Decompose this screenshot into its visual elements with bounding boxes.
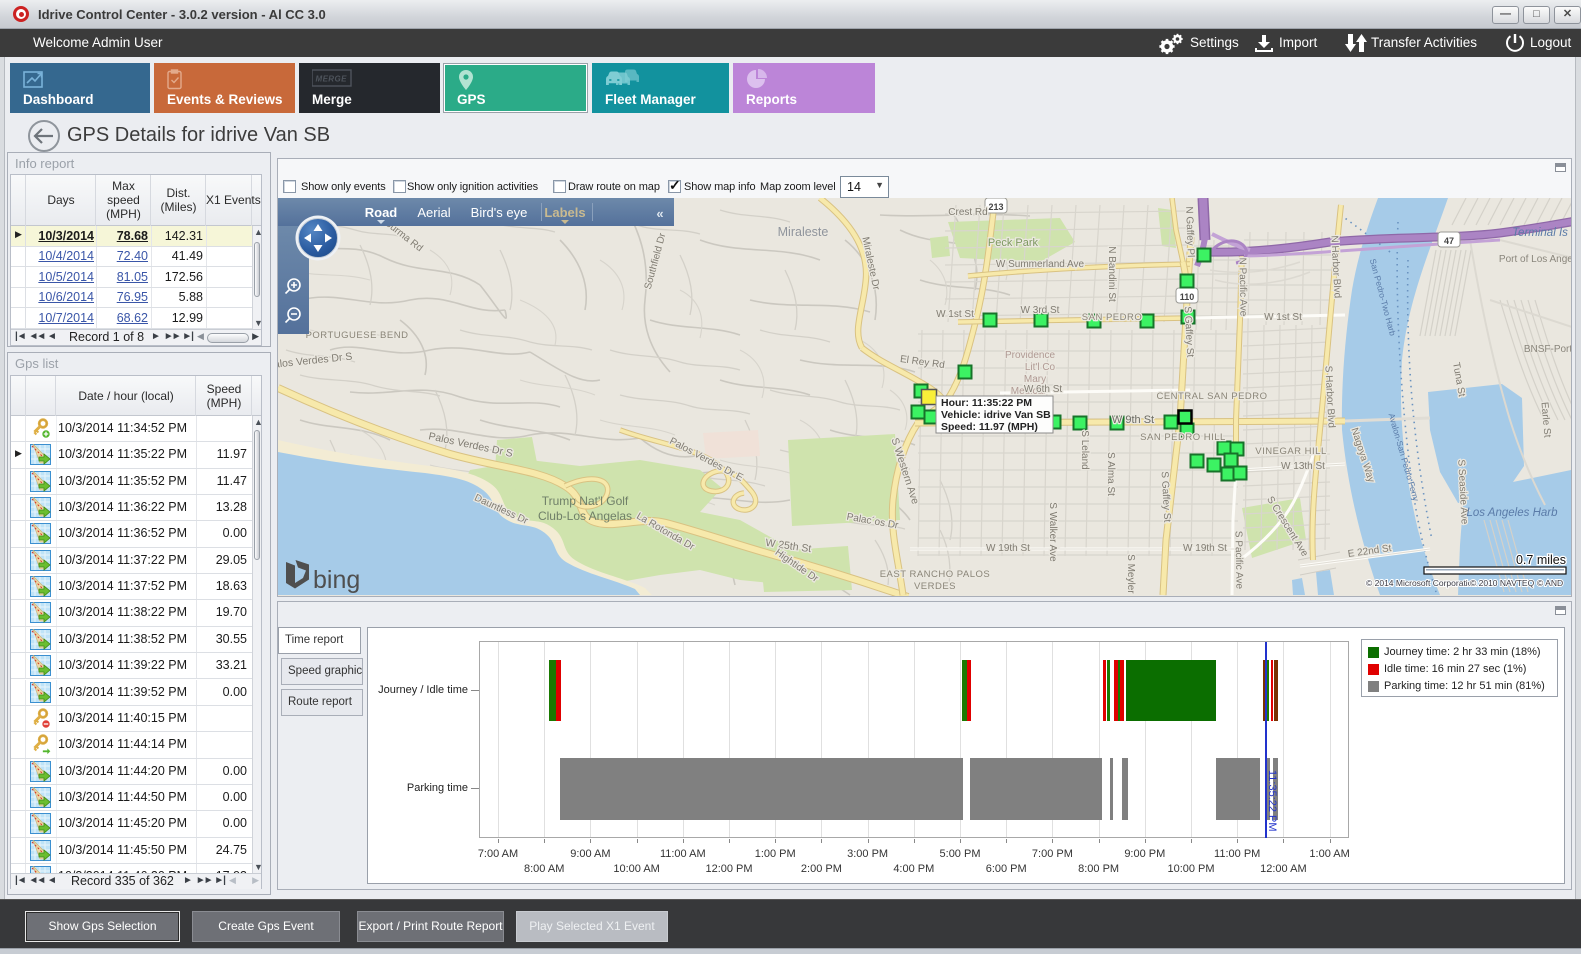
svg-text:Los Angeles Harb: Los Angeles Harb <box>1467 507 1559 519</box>
svg-text:VERDES: VERDES <box>914 581 956 592</box>
svg-text:N Pacific Ave: N Pacific Ave <box>1236 257 1248 316</box>
svg-text:W 1st St: W 1st St <box>936 309 974 320</box>
svg-text:© 2010 NAVTEQ: © 2010 NAVTEQ <box>1470 578 1535 588</box>
svg-text:0.7 miles: 0.7 miles <box>1516 553 1566 567</box>
svg-text:CENTRAL SAN PEDRO: CENTRAL SAN PEDRO <box>1156 391 1267 402</box>
svg-text:S Walker Ave: S Walker Ave <box>1047 502 1058 562</box>
svg-text:VINEGAR HILL: VINEGAR HILL <box>1255 446 1326 457</box>
svg-text:213: 213 <box>988 202 1003 212</box>
svg-text:S Leland: S Leland <box>1079 430 1090 469</box>
svg-text:PORTUGUESE BEND: PORTUGUESE BEND <box>306 330 409 341</box>
svg-text:BNSF-Port: BNSF-Port <box>1524 344 1571 355</box>
svg-text:110: 110 <box>1180 292 1195 302</box>
svg-text:N Bandini St: N Bandini St <box>1106 246 1117 302</box>
svg-text:Vehicle: idrive Van SB: Vehicle: idrive Van SB <box>941 409 1051 421</box>
svg-text:W 1st St: W 1st St <box>1264 312 1302 323</box>
svg-text:S Alma St: S Alma St <box>1105 452 1116 496</box>
svg-text:W 19th St: W 19th St <box>986 543 1030 554</box>
svg-text:Trump Nat'l Golf: Trump Nat'l Golf <box>542 494 629 508</box>
svg-text:N Gaffey Pl: N Gaffey Pl <box>1183 206 1196 257</box>
svg-text:W 3rd St: W 3rd St <box>1021 305 1060 316</box>
svg-text:W 9th St: W 9th St <box>1112 414 1154 426</box>
svg-text:Aerial: Aerial <box>417 205 450 220</box>
svg-text:Port of Los Angel: Port of Los Angel <box>1499 254 1571 265</box>
svg-text:W 19th St: W 19th St <box>1183 543 1227 554</box>
svg-text:Terminal Is: Terminal Is <box>1512 227 1568 239</box>
svg-text:W Summerland Ave: W Summerland Ave <box>996 259 1085 270</box>
svg-text:bing: bing <box>313 566 360 594</box>
svg-text:Providence: Providence <box>1005 350 1055 361</box>
svg-text:© AND: © AND <box>1537 578 1563 588</box>
svg-text:SAN PEDRO: SAN PEDRO <box>1082 312 1142 323</box>
svg-text:Road: Road <box>365 205 398 220</box>
svg-text:Speed: 11.97 (MPH): Speed: 11.97 (MPH) <box>941 421 1038 433</box>
svg-text:© 2014 Microsoft Corporation: © 2014 Microsoft Corporation <box>1366 578 1477 588</box>
svg-text:Hour: 11:35:22 PM: Hour: 11:35:22 PM <box>941 397 1032 409</box>
svg-text:W 13th St: W 13th St <box>1281 461 1325 472</box>
svg-text:EAST RANCHO PALOS: EAST RANCHO PALOS <box>880 569 991 580</box>
svg-text:Peck Park: Peck Park <box>988 237 1039 249</box>
svg-text:Labels: Labels <box>544 205 585 220</box>
svg-text:S Meyler St: S Meyler St <box>1125 554 1136 596</box>
svg-text:W 6th St: W 6th St <box>1024 384 1063 395</box>
svg-text:Crest Rd: Crest Rd <box>948 207 987 218</box>
svg-text:Club-Los Angelas: Club-Los Angelas <box>538 509 632 523</box>
svg-text:SAN PEDRO HILL: SAN PEDRO HILL <box>1140 432 1226 443</box>
svg-text:Miraleste: Miraleste <box>778 225 829 239</box>
svg-text:Bird's eye: Bird's eye <box>471 205 528 220</box>
svg-text:S Pacific Ave: S Pacific Ave <box>1232 531 1244 590</box>
svg-text:MERGE: MERGE <box>316 75 348 84</box>
svg-text:«: « <box>656 206 663 221</box>
svg-text:47: 47 <box>1444 236 1454 246</box>
svg-text:Lit'l Co: Lit'l Co <box>1025 362 1056 373</box>
